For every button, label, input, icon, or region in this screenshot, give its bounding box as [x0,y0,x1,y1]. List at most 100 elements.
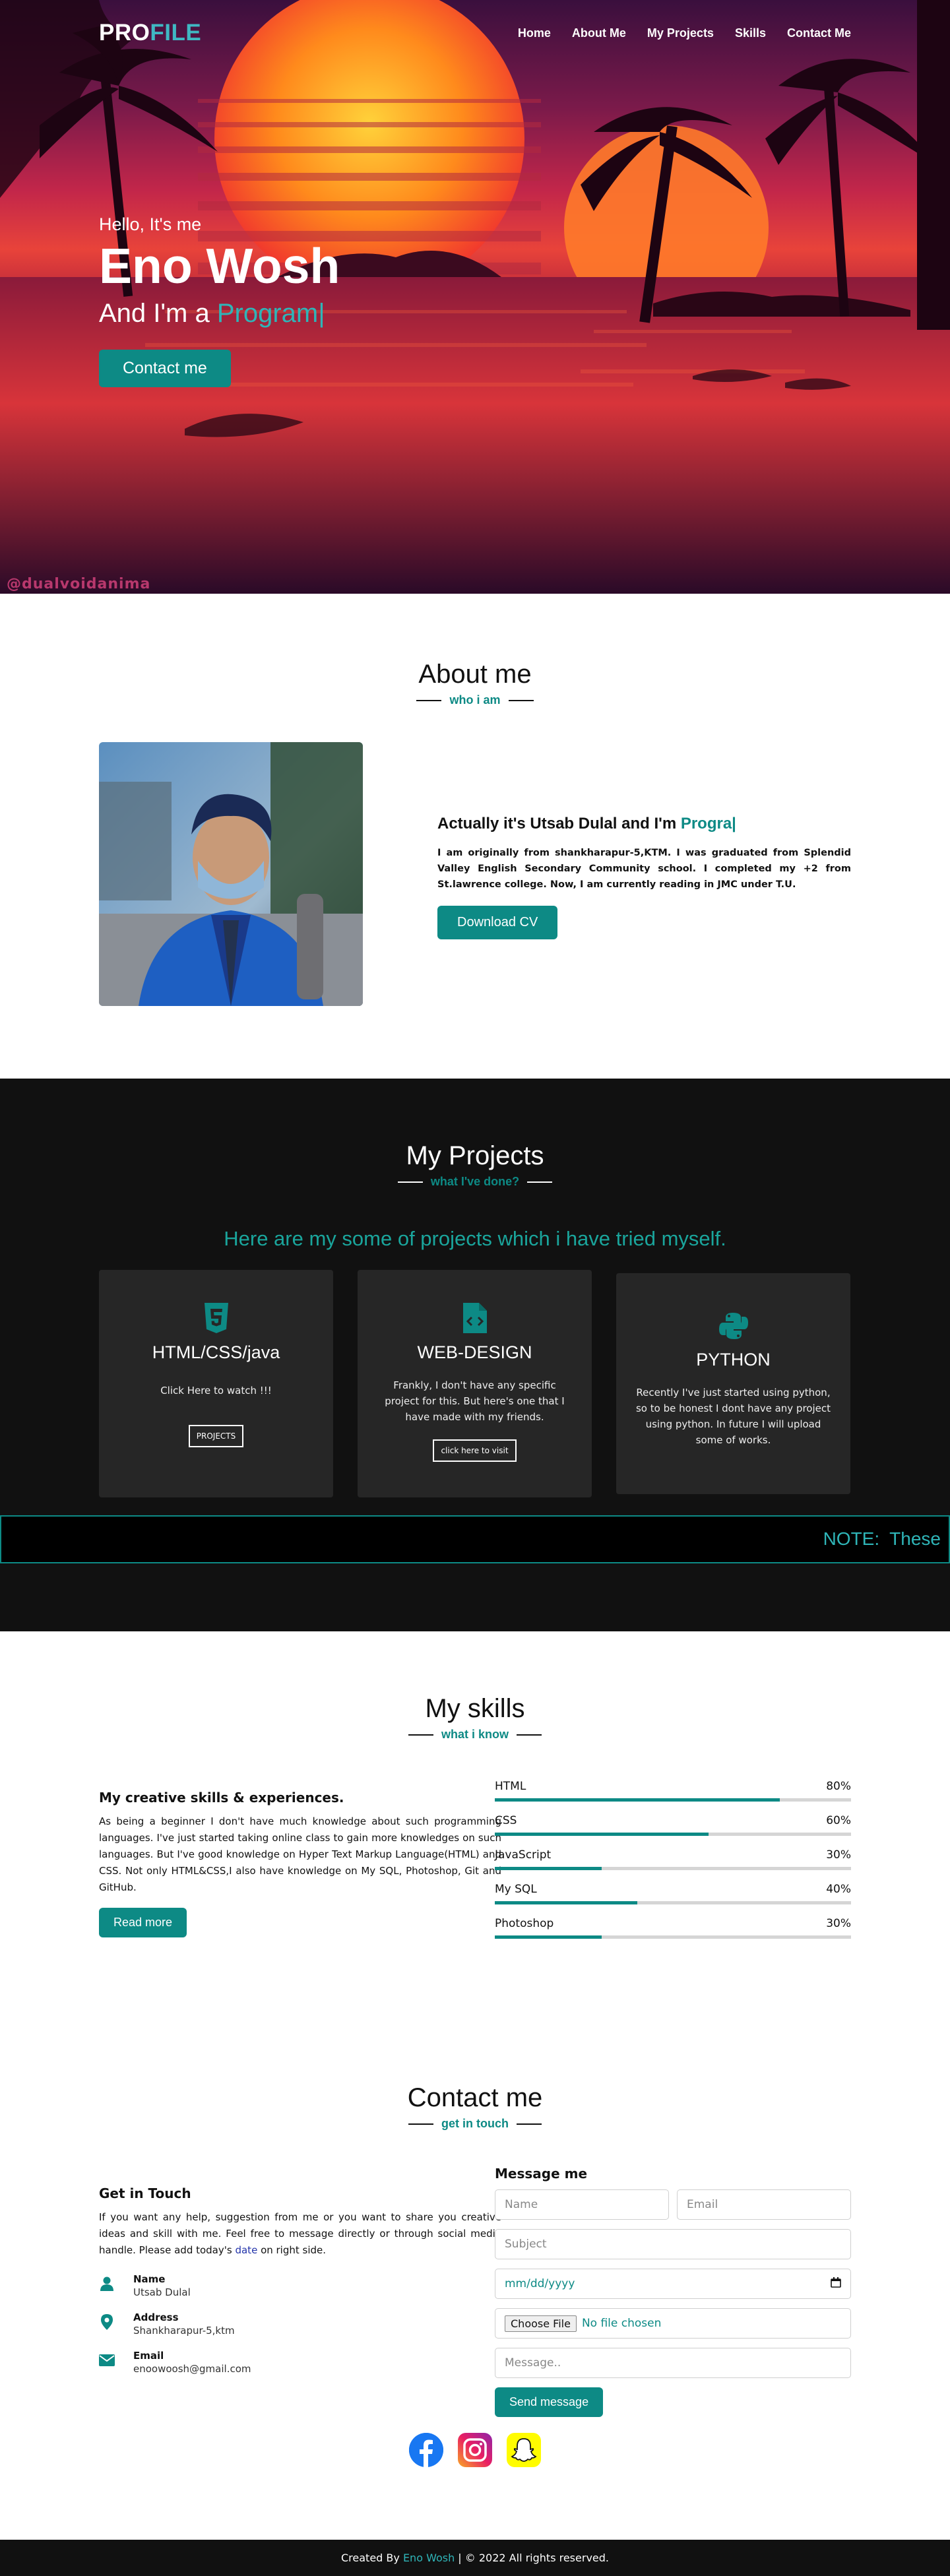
code-file-icon [462,1303,487,1333]
hero-section: Hello, It's me Eno Wosh And I'm a Progra… [0,0,950,594]
skill-bar: Photoshop 30% [495,1917,851,1951]
social-links [0,2433,950,2467]
hero-role: And I'm a Program| [99,299,340,329]
project-card-web-design: WEB-DESIGN Frankly, I don't have any spe… [358,1270,592,1497]
name-input[interactable]: Name [495,2189,669,2220]
contact-info: Get in Touch If you want any help, sugge… [99,2185,501,2388]
skill-percent: 80% [826,1780,851,1793]
note-text: NOTE: These [823,1528,941,1549]
card-text: Recently I've just started using python,… [635,1387,831,1446]
download-cv-button[interactable]: Download CV [437,906,558,939]
logo-main: PRO [99,20,150,46]
skills-description: My creative skills & experiences. As bei… [99,1790,501,1937]
skill-bar-track [495,1798,851,1802]
skill-bars: HTML 80% CSS 60% JavaScript 30% My SQL 40% P… [495,1780,851,1951]
visit-button[interactable]: click here to visit [433,1439,517,1462]
section-title: My Projects [406,1141,544,1170]
about-heading-prefix: Actually it's Utsab Dulal and I'm [437,815,681,832]
skill-bar: CSS 60% [495,1814,851,1848]
contact-paragraph-end: on right side. [257,2244,327,2256]
subtitle-text: who i am [449,693,501,707]
section-subtitle: who i am [0,693,950,707]
calendar-icon[interactable] [831,2277,841,2291]
user-icon [99,2276,115,2292]
divider [517,2123,542,2125]
date-placeholder: mm/dd/yyyy [505,2277,575,2290]
skill-bar-track [495,1935,851,1939]
projects-button[interactable]: PROJECTS [188,1425,244,1447]
divider [517,1734,542,1736]
footer-suffix: | © 2022 All rights reserved. [455,2552,609,2564]
nav-item-home[interactable]: Home [518,26,551,40]
info-value: enoowoosh@gmail.com [133,2363,251,2375]
info-label: Email [133,2350,164,2362]
skills-paragraph: As being a beginner I don't have much kn… [99,1815,501,1893]
skill-bar-fill [495,1798,780,1802]
skill-name: HTML [495,1780,526,1793]
logo[interactable]: PROFILE [99,20,201,46]
skill-percent: 30% [826,1848,851,1862]
html5-icon [204,1303,228,1333]
projects-section: My Projects what I've done? Here are my … [0,1079,950,1631]
card-title: HTML/CSS/java [152,1342,280,1362]
skill-bar-track [495,1867,851,1870]
about-paragraph: I am originally from shankharapur-5,KTM.… [437,848,851,890]
hero-role-prefix: And I'm a [99,298,217,328]
hero-role-typed: Program| [216,298,325,328]
subtitle-text: get in touch [441,2117,509,2130]
projects-title-block: My Projects what I've done? [0,1141,950,1189]
snapchat-icon[interactable] [507,2433,541,2467]
skill-name: JavaScript [495,1848,552,1862]
email-input[interactable]: Email [677,2189,851,2220]
date-input[interactable]: mm/dd/yyyy [495,2269,851,2299]
nav-item-projects[interactable]: My Projects [647,26,714,40]
read-more-button[interactable]: Read more [99,1908,187,1937]
nav-menu: Home About Me My Projects Skills Contact… [518,26,851,40]
divider [508,699,534,701]
contact-me-button[interactable]: Contact me [99,349,231,387]
about-text: Actually it's Utsab Dulal and I'm Progra… [437,815,851,939]
logo-accent: FILE [150,20,202,46]
nav-item-skills[interactable]: Skills [735,26,766,40]
divider [397,1181,423,1183]
nav-item-about[interactable]: About Me [572,26,626,40]
info-value: Shankharapur-5,ktm [133,2325,235,2337]
facebook-icon[interactable] [409,2433,443,2467]
divider [408,1734,433,1736]
choose-file-button[interactable]: Choose File [505,2315,577,2332]
skill-bar: My SQL 40% [495,1883,851,1917]
info-address: Address Shankharapur-5,ktm [99,2311,501,2337]
instagram-icon[interactable] [458,2433,492,2467]
skills-heading: My creative skills & experiences. [99,1790,344,1806]
projects-intro: Here are my some of projects which i hav… [224,1227,726,1250]
skill-bar-fill [495,1833,709,1836]
send-message-button[interactable]: Send message [495,2387,604,2417]
skill-bar-track [495,1833,851,1836]
section-title: About me [418,660,532,689]
card-title: PYTHON [696,1350,771,1369]
hero-greeting: Hello, It's me [99,214,202,234]
contact-form: Message me Name Email Subject mm/dd/yyyy… [495,2166,851,2417]
project-card-python: PYTHON Recently I've just started using … [616,1273,850,1494]
about-heading-typed: Progra| [680,815,736,832]
skill-name: CSS [495,1814,517,1827]
footer-prefix: Created By [341,2552,403,2564]
skills-title-block: My skills what i know [0,1694,950,1742]
info-value: Utsab Dulal [133,2286,191,2298]
skill-bar-fill [495,1867,602,1870]
skill-bar-track [495,1901,851,1904]
subject-input[interactable]: Subject [495,2229,851,2259]
about-title-block: About me who i am [0,660,950,707]
info-name: Name Utsab Dulal [99,2273,501,2298]
footer-author-link[interactable]: Eno Wosh [403,2552,455,2564]
envelope-icon [99,2352,115,2368]
section-subtitle: get in touch [0,2117,950,2131]
date-link[interactable]: date [235,2244,257,2256]
nav-item-contact[interactable]: Contact Me [787,26,851,40]
map-marker-icon [99,2314,115,2330]
file-status: No file chosen [581,2317,662,2330]
navbar: PROFILE Home About Me My Projects Skills… [0,0,950,66]
info-email: Email enoowoosh@gmail.com [99,2350,501,2375]
message-input[interactable]: Message.. [495,2348,851,2378]
hero-content: Hello, It's me Eno Wosh And I'm a Progra… [99,214,340,387]
